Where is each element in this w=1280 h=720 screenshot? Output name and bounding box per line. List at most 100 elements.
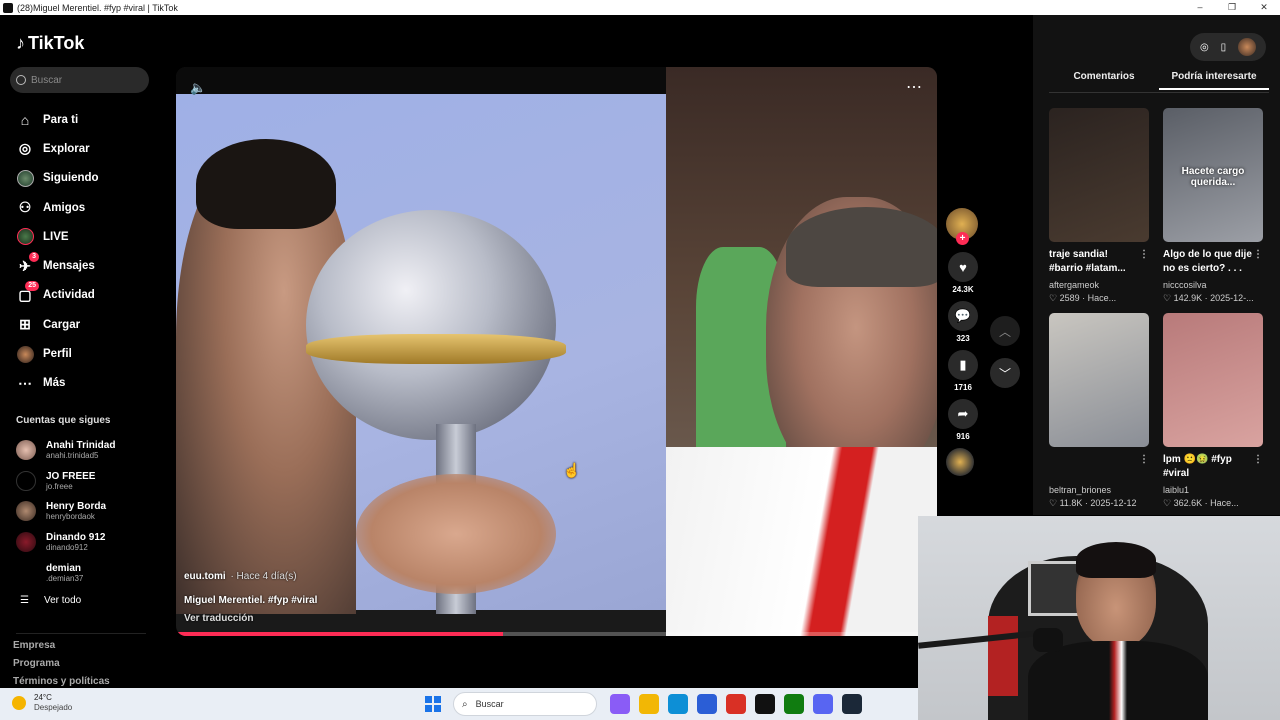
heart-icon[interactable]: ♥	[948, 252, 978, 282]
following-item[interactable]: Dinando 912 dinando912	[16, 527, 115, 558]
avatar	[16, 562, 36, 583]
save-count: 1716	[954, 383, 972, 392]
xbox-icon[interactable]	[783, 694, 804, 714]
windows-start-icon[interactable]	[425, 696, 441, 712]
more-options-icon[interactable]: ⋯	[906, 77, 923, 97]
trophy-band	[306, 334, 566, 364]
video-card[interactable]: traje sandia! #barrio #latam... ⋮ afterga…	[1049, 108, 1149, 305]
nav-label: Cargar	[43, 318, 81, 331]
following-section-title: Cuentas que sigues	[16, 415, 111, 426]
tiktok-logo[interactable]: ♪ TikTok	[16, 33, 84, 54]
nav-item-mas[interactable]: ⋯ Más	[16, 369, 99, 398]
video-progress-fill	[176, 632, 504, 636]
share-icon[interactable]: ➦	[948, 399, 978, 429]
nav-item-cargar[interactable]: ⊞ Cargar	[16, 310, 99, 339]
nav-item-explorar[interactable]: ◎ Explorar	[16, 134, 99, 163]
video-actions: + ♥ 24.3K 💬 323 ▮ 1716 ➦ 916	[946, 208, 980, 476]
card-title: traje sandia! #barrio #latam... ⋮	[1049, 248, 1149, 276]
video-card[interactable]: Hacete cargo querida... Algo de lo que d…	[1163, 108, 1263, 305]
card-author[interactable]: beltran_briones	[1049, 483, 1149, 497]
device-icon[interactable]: ▯	[1221, 42, 1227, 53]
store-icon[interactable]	[696, 694, 717, 714]
card-title: Algo de lo que dije no es cierto? . . . …	[1163, 248, 1263, 276]
upload-icon: ⊞	[19, 316, 31, 333]
card-title: ⋮	[1049, 453, 1149, 481]
footer-link-empresa[interactable]: Empresa	[13, 637, 110, 655]
video-thumbnail[interactable]	[1163, 313, 1263, 447]
see-all-button[interactable]: ☰ Ver todo	[20, 595, 81, 606]
video-thumbnail[interactable]	[1049, 108, 1149, 242]
following-item[interactable]: JO FREEE jo.freee	[16, 466, 115, 497]
video-thumbnail[interactable]	[1049, 313, 1149, 447]
video-card[interactable]: ⋮ beltran_briones ♡ 11.8K · 2025-12-12	[1049, 313, 1149, 510]
tiktok-app-icon[interactable]	[754, 694, 775, 714]
video-card[interactable]: lpm 🙁🤢 #fyp #viral ⋮ laiblu1 ♡ 362.6K · H…	[1163, 313, 1263, 510]
nav-item-mensajes[interactable]: ✈ 3 Mensajes	[16, 251, 99, 280]
steam-icon[interactable]	[841, 694, 862, 714]
more-icon[interactable]: ⋮	[1253, 453, 1263, 467]
tab-comentarios[interactable]: Comentarios	[1049, 71, 1159, 90]
weather-desc: Despejado	[34, 703, 73, 712]
card-author[interactable]: laiblu1	[1163, 483, 1263, 497]
nav-item-perfil[interactable]: Perfil	[16, 339, 99, 368]
close-button[interactable]: ✕	[1248, 0, 1280, 15]
taskbar-search[interactable]: ⌕ Buscar	[453, 692, 597, 716]
video-thumbnail[interactable]: Hacete cargo querida...	[1163, 108, 1263, 242]
card-stats: ♡ 142.9K · 2025-12-...	[1163, 293, 1254, 303]
more-icon[interactable]: ⋮	[1139, 453, 1149, 467]
video-author[interactable]: euu.tomi	[184, 571, 226, 582]
comment-action[interactable]: 💬 323	[946, 301, 980, 344]
search-input[interactable]: Buscar	[10, 67, 149, 93]
footer-link-programa[interactable]: Programa	[13, 655, 110, 673]
previous-video-button[interactable]: ︿	[990, 316, 1020, 346]
profile-avatar[interactable]	[1238, 38, 1257, 56]
panel-tabs: Comentarios Podría interesarte	[1049, 71, 1269, 90]
comment-icon[interactable]: 💬	[948, 301, 978, 331]
following-item[interactable]: demian .demian37	[16, 557, 115, 588]
like-action[interactable]: ♥ 24.3K	[946, 252, 980, 295]
nav-label: Amigos	[43, 201, 86, 214]
weather-widget[interactable]: 24°C Despejado	[12, 693, 72, 713]
next-video-button[interactable]: ﹀	[990, 358, 1020, 388]
video-player[interactable]: 🔈 ⋯ euu.tomi · Hace 4 día(s) Miguel Mere…	[176, 67, 937, 636]
following-list: Anahi Trinidad anahi.trinidad5 JO FREEE jo…	[16, 435, 115, 588]
card-stats: ♡ 2589 · Hace...	[1049, 293, 1117, 303]
card-author[interactable]: aftergameok	[1049, 278, 1149, 292]
top-toolbar: ◎ ▯	[1190, 33, 1266, 61]
music-disc-icon[interactable]	[946, 448, 974, 476]
more-icon[interactable]: ⋮	[1253, 248, 1263, 262]
card-author[interactable]: nicccosilva	[1163, 278, 1263, 292]
translate-button[interactable]: Ver traducción	[184, 613, 253, 624]
video-hands	[356, 474, 556, 594]
nav-label: Mensajes	[43, 260, 95, 273]
compass-icon[interactable]: ◎	[1200, 42, 1209, 53]
nav-item-live[interactable]: LIVE	[16, 222, 99, 251]
following-item[interactable]: Anahi Trinidad anahi.trinidad5	[16, 435, 115, 466]
video-progress-bar[interactable]	[176, 632, 937, 636]
thumbnail-overlay-text: Hacete cargo querida...	[1181, 166, 1245, 188]
edge-icon[interactable]	[667, 694, 688, 714]
share-action[interactable]: ➦ 916	[946, 399, 980, 442]
minimize-button[interactable]: –	[1184, 0, 1216, 15]
nav-item-amigos[interactable]: ⚇ Amigos	[16, 193, 99, 222]
compass-icon: ◎	[18, 140, 32, 157]
save-action[interactable]: ▮ 1716	[946, 350, 980, 393]
follow-plus-icon[interactable]: +	[956, 232, 969, 245]
video-frame-right	[666, 67, 937, 636]
nav-item-para-ti[interactable]: ⌂ Para ti	[16, 105, 99, 134]
brand-name: TikTok	[28, 33, 85, 53]
tab-podria-interesarte[interactable]: Podría interesarte	[1159, 71, 1269, 90]
more-icon[interactable]: ⋮	[1139, 248, 1149, 262]
taskbar-center: ⌕ Buscar	[425, 692, 866, 716]
bookmark-icon[interactable]: ▮	[948, 350, 978, 380]
nav-item-siguiendo[interactable]: Siguiendo	[16, 164, 99, 193]
file-explorer-icon[interactable]	[638, 694, 659, 714]
nav-item-actividad[interactable]: ▢ 25 Actividad	[16, 281, 99, 310]
discord-icon[interactable]	[812, 694, 833, 714]
maximize-button[interactable]: ❐	[1216, 0, 1248, 15]
following-item[interactable]: Henry Borda henrybordaok	[16, 496, 115, 527]
copilot-icon[interactable]	[609, 694, 630, 714]
chrome-icon[interactable]	[725, 694, 746, 714]
creator-avatar[interactable]: +	[946, 208, 978, 245]
volume-icon[interactable]: 🔈	[190, 80, 206, 96]
